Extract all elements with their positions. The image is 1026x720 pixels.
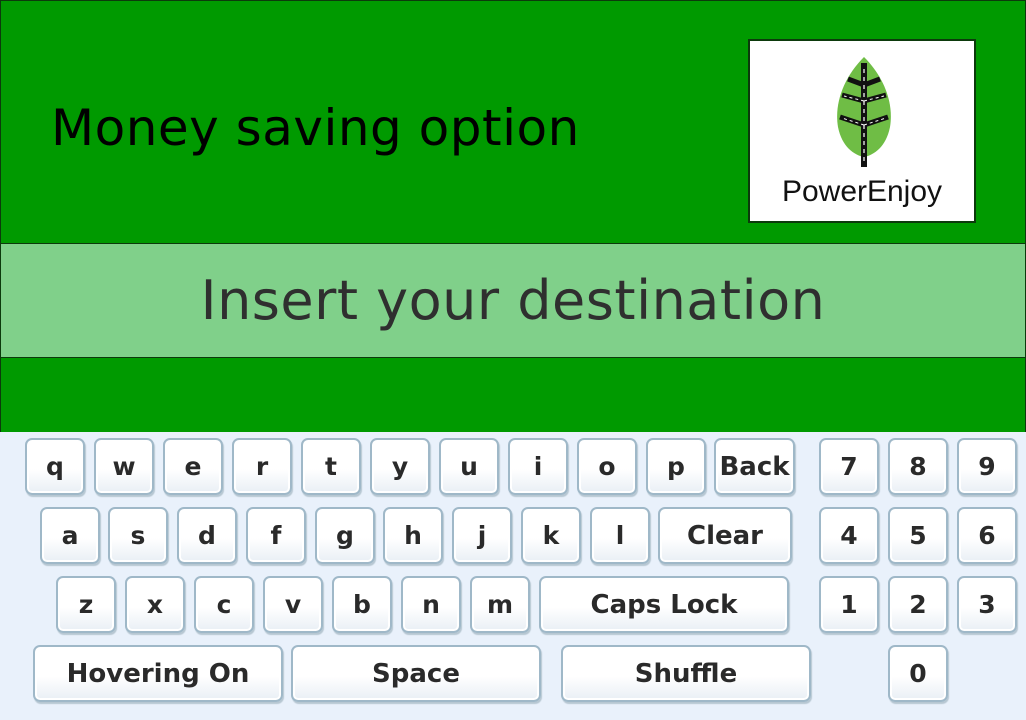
key-2[interactable]: 2 bbox=[888, 576, 948, 633]
header: Money saving option PowerEnjoy bbox=[0, 0, 1026, 244]
shuffle-button[interactable]: Shuffle bbox=[561, 645, 811, 702]
key-p[interactable]: p bbox=[646, 438, 706, 495]
leaf-road-icon bbox=[837, 57, 891, 167]
key-7[interactable]: 7 bbox=[819, 438, 879, 495]
key-i[interactable]: i bbox=[508, 438, 568, 495]
key-a[interactable]: a bbox=[40, 507, 100, 564]
key-0[interactable]: 0 bbox=[888, 645, 948, 702]
key-c[interactable]: c bbox=[194, 576, 254, 633]
key-6[interactable]: 6 bbox=[957, 507, 1017, 564]
caps-lock-button[interactable]: Caps Lock bbox=[539, 576, 789, 633]
key-z[interactable]: z bbox=[56, 576, 116, 633]
key-y[interactable]: y bbox=[370, 438, 430, 495]
key-d[interactable]: d bbox=[177, 507, 237, 564]
hovering-toggle[interactable]: Hovering On bbox=[33, 645, 283, 702]
brand-name: PowerEnjoy bbox=[781, 175, 943, 208]
clear-button[interactable]: Clear bbox=[658, 507, 792, 564]
destination-prompt: Insert your destination bbox=[200, 269, 826, 332]
key-5[interactable]: 5 bbox=[888, 507, 948, 564]
key-m[interactable]: m bbox=[470, 576, 530, 633]
key-k[interactable]: k bbox=[521, 507, 581, 564]
key-8[interactable]: 8 bbox=[888, 438, 948, 495]
spacer-strip bbox=[0, 358, 1026, 432]
key-j[interactable]: j bbox=[452, 507, 512, 564]
key-r[interactable]: r bbox=[232, 438, 292, 495]
key-q[interactable]: q bbox=[25, 438, 85, 495]
key-v[interactable]: v bbox=[263, 576, 323, 633]
space-button[interactable]: Space bbox=[291, 645, 541, 702]
key-o[interactable]: o bbox=[577, 438, 637, 495]
key-f[interactable]: f bbox=[246, 507, 306, 564]
key-9[interactable]: 9 bbox=[957, 438, 1017, 495]
on-screen-keyboard: q w e r t y u i o p Back a s d f g h j k… bbox=[0, 432, 1026, 720]
key-3[interactable]: 3 bbox=[957, 576, 1017, 633]
key-n[interactable]: n bbox=[401, 576, 461, 633]
destination-input[interactable]: Insert your destination bbox=[0, 243, 1026, 358]
back-button[interactable]: Back bbox=[714, 438, 795, 495]
key-t[interactable]: t bbox=[301, 438, 361, 495]
key-h[interactable]: h bbox=[383, 507, 443, 564]
logo: PowerEnjoy bbox=[748, 39, 976, 223]
key-w[interactable]: w bbox=[94, 438, 154, 495]
key-4[interactable]: 4 bbox=[819, 507, 879, 564]
key-1[interactable]: 1 bbox=[819, 576, 879, 633]
key-l[interactable]: l bbox=[590, 507, 650, 564]
key-u[interactable]: u bbox=[439, 438, 499, 495]
key-e[interactable]: e bbox=[163, 438, 223, 495]
key-g[interactable]: g bbox=[315, 507, 375, 564]
key-x[interactable]: x bbox=[125, 576, 185, 633]
page-title: Money saving option bbox=[51, 99, 580, 157]
key-b[interactable]: b bbox=[332, 576, 392, 633]
key-s[interactable]: s bbox=[108, 507, 168, 564]
